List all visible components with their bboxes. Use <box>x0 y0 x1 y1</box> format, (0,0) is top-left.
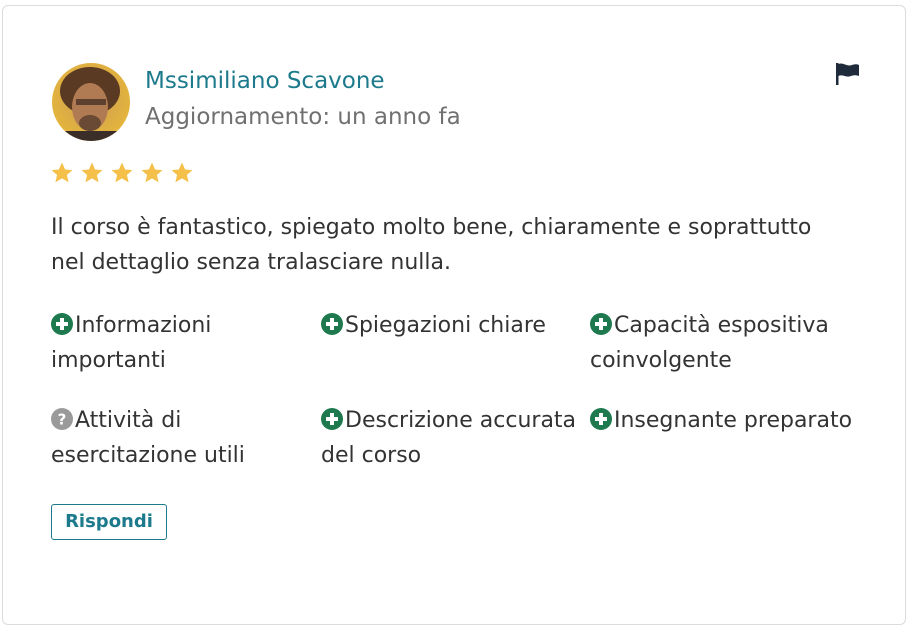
tag-item: Spiegazioni chiare <box>321 308 586 343</box>
review-timestamp: Aggiornamento: un anno fa <box>145 104 461 130</box>
reply-button[interactable]: Rispondi <box>51 504 167 540</box>
plus-circle-icon <box>590 313 612 335</box>
flag-icon[interactable] <box>835 62 861 86</box>
plus-circle-icon <box>590 408 612 430</box>
tag-item: ? Attività di esercitazione utili <box>51 403 316 473</box>
tag-label: Descrizione accurata del corso <box>321 408 577 468</box>
tag-item: Informazioni importanti <box>51 308 316 378</box>
star-icon <box>141 162 163 183</box>
plus-circle-icon <box>321 408 343 430</box>
svg-text:?: ? <box>58 411 67 429</box>
review-author: Mssimiliano Scavone <box>145 68 385 94</box>
star-icon <box>51 162 73 183</box>
avatar <box>52 63 130 141</box>
tag-label: Informazioni importanti <box>51 313 212 373</box>
star-rating <box>50 161 194 185</box>
tag-item: Capacità espositiva coinvolgente <box>590 308 855 378</box>
star-icon <box>111 162 133 183</box>
tag-label: Spiegazioni chiare <box>345 313 546 338</box>
question-circle-icon: ? <box>51 408 73 430</box>
tag-label: Capacità espositiva coinvolgente <box>590 313 829 373</box>
tag-item: Insegnante preparato <box>590 403 855 438</box>
review-text: Il corso è fantastico, spiegato molto be… <box>51 215 812 275</box>
tag-label: Insegnante preparato <box>614 408 853 433</box>
plus-circle-icon <box>321 313 343 335</box>
star-icon <box>171 162 193 183</box>
tag-item: Descrizione accurata del corso <box>321 403 586 473</box>
tag-label: Attività di esercitazione utili <box>51 408 245 468</box>
plus-circle-icon <box>51 313 73 335</box>
star-icon <box>81 162 103 183</box>
user-photo-avatar <box>52 63 130 141</box>
